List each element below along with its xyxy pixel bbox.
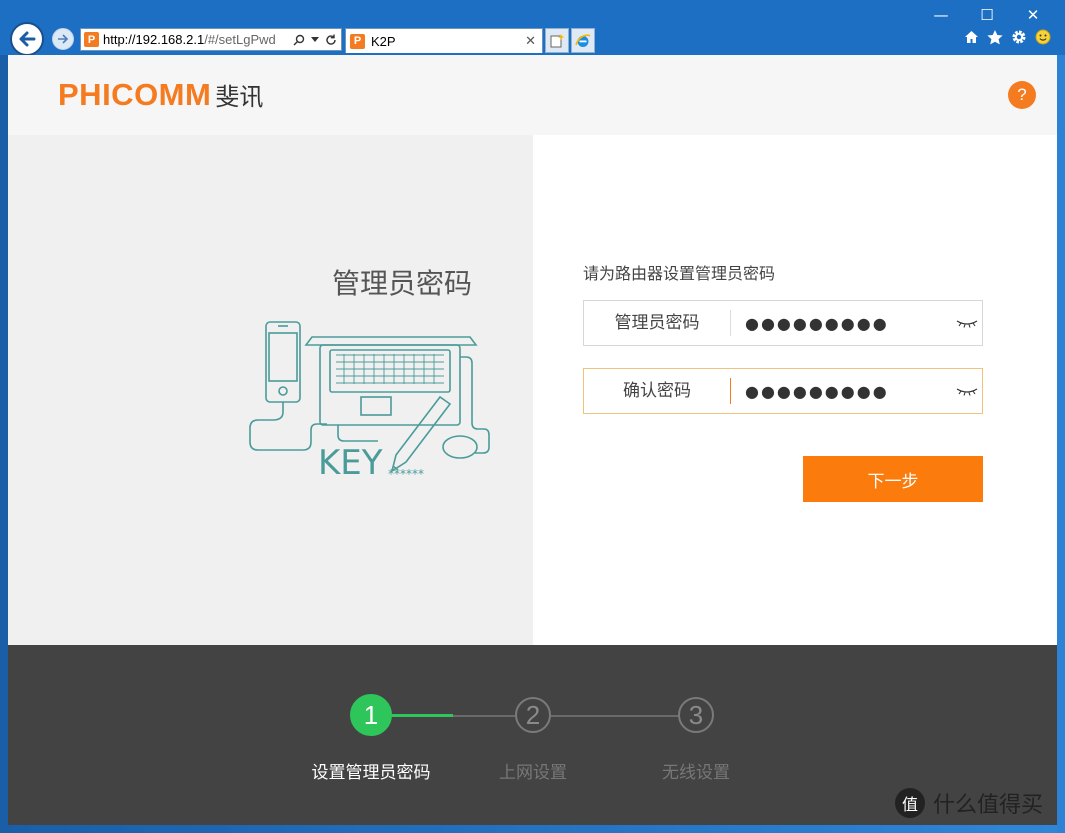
- admin-password-input[interactable]: ●●●●●●●●●: [731, 314, 952, 333]
- forward-button[interactable]: [52, 28, 74, 50]
- window-right-edge: [1057, 55, 1065, 833]
- illustration-panel: 管理员密码 KEY ******: [8, 135, 533, 645]
- show-confirm-toggle[interactable]: [952, 386, 982, 396]
- step-1-circle: 1: [350, 694, 392, 736]
- home-icon[interactable]: [963, 28, 979, 46]
- page-header: PHICOMM 斐讯 ?: [8, 55, 1057, 135]
- phicomm-logo: PHICOMM 斐讯: [58, 77, 263, 113]
- confirm-password-input[interactable]: ●●●●●●●●●: [731, 382, 952, 401]
- back-button[interactable]: [10, 22, 44, 56]
- address-tools: [293, 34, 341, 46]
- new-tab-button[interactable]: [545, 28, 569, 53]
- maximize-icon: ☐: [980, 6, 994, 24]
- dropdown-icon[interactable]: [311, 36, 319, 43]
- refresh-icon[interactable]: [325, 34, 337, 46]
- tab-favicon-icon: P: [350, 33, 365, 49]
- password-form-panel: 请为路由器设置管理员密码 管理员密码 ●●●●●●●●● 确认密码 ●●●●●●…: [533, 135, 1057, 645]
- step-connector-2: [551, 715, 679, 717]
- back-arrow-icon: [19, 31, 36, 47]
- settings-gear-icon[interactable]: [1011, 28, 1027, 46]
- logo-text-en: PHICOMM: [58, 77, 212, 112]
- router-setup-page: PHICOMM 斐讯 ? 管理员密码 KEY ****** 请为路由器设置管理员…: [8, 55, 1057, 825]
- admin-password-field[interactable]: 管理员密码 ●●●●●●●●●: [583, 300, 983, 346]
- search-icon[interactable]: [293, 34, 305, 46]
- browser-window: — ☐ ✕ P http://192.168.2.1/#/setLgPwd P …: [0, 0, 1065, 833]
- new-tab-icon: [550, 33, 564, 47]
- ie-logo-icon: [575, 33, 591, 47]
- show-password-toggle[interactable]: [952, 318, 982, 328]
- eye-closed-icon: [956, 388, 978, 396]
- step-2-circle: 2: [515, 697, 551, 733]
- next-step-button[interactable]: 下一步: [803, 456, 983, 502]
- confirm-password-field[interactable]: 确认密码 ●●●●●●●●●: [583, 368, 983, 414]
- help-button[interactable]: ?: [1008, 81, 1036, 109]
- illus-key-text: KEY: [318, 443, 383, 483]
- minimize-button[interactable]: —: [918, 4, 964, 26]
- panel-title: 管理员密码: [332, 267, 473, 300]
- confirm-password-label: 确认密码: [584, 378, 731, 404]
- address-bar[interactable]: P http://192.168.2.1/#/setLgPwd: [80, 28, 342, 51]
- illus-stars: ******: [388, 467, 424, 481]
- watermark: 值 什么值得买: [895, 787, 1043, 819]
- device-key-illustration-icon: KEY ******: [249, 321, 490, 483]
- tab-close-icon[interactable]: ✕: [525, 33, 536, 49]
- smiley-feedback-icon[interactable]: [1035, 28, 1051, 46]
- maximize-button[interactable]: ☐: [964, 4, 1010, 26]
- tab-k2p[interactable]: P K2P ✕: [345, 28, 543, 53]
- ie-tab-button[interactable]: [571, 28, 595, 53]
- admin-password-label: 管理员密码: [584, 310, 731, 336]
- watermark-logo-icon: 值: [895, 788, 925, 818]
- browser-toolbar: — ☐ ✕ P http://192.168.2.1/#/setLgPwd P …: [0, 0, 1065, 56]
- favorites-star-icon[interactable]: [987, 28, 1003, 46]
- logo-text-cn: 斐讯: [215, 83, 264, 111]
- site-favicon-icon: P: [84, 32, 99, 47]
- address-host: http://192.168.2.1: [103, 32, 205, 47]
- address-path: /#/setLgPwd: [204, 32, 276, 47]
- tab-title: K2P: [371, 33, 396, 49]
- step-3-circle: 3: [678, 697, 714, 733]
- close-window-button[interactable]: ✕: [1010, 4, 1056, 26]
- eye-closed-icon: [956, 320, 978, 328]
- watermark-text: 什么值得买: [933, 793, 1044, 818]
- close-icon: ✕: [1026, 6, 1040, 24]
- step-connector-progress: [391, 714, 453, 717]
- step-3-label: 无线设置: [662, 763, 730, 783]
- form-prompt: 请为路由器设置管理员密码: [583, 264, 776, 283]
- toolbar-right: [963, 28, 1051, 46]
- minimize-icon: —: [933, 6, 949, 24]
- step-1-label: 设置管理员密码: [311, 763, 431, 783]
- step-2-label: 上网设置: [499, 763, 567, 783]
- forward-arrow-icon: [58, 34, 69, 44]
